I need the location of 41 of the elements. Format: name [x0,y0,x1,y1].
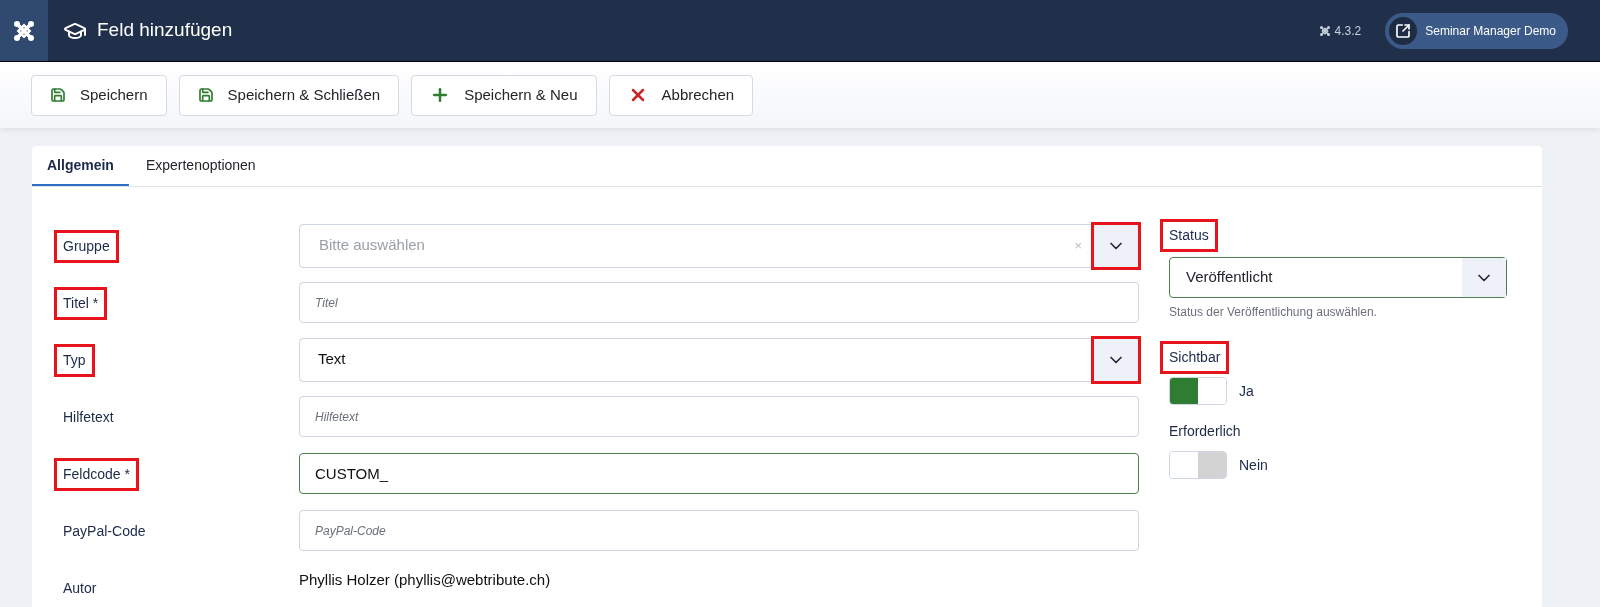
dropdown-field[interactable]: Text [299,337,1139,382]
field-label: Erforderlich [1168,422,1242,441]
logo-icon [12,18,36,43]
dropdown-button[interactable] [1094,338,1138,381]
field-label: Gruppe [54,229,119,263]
field-label: Sichtbar [1160,341,1230,374]
toggle-state-text: Nein [1239,455,1268,475]
status-select[interactable]: Veröffentlicht [1169,257,1507,298]
select-value: Veröffentlicht [1185,267,1274,288]
input-field[interactable]: PayPal-Code [299,510,1139,551]
select-placeholder: Bitte auswählen [318,235,426,256]
input-field[interactable]: Hilfetext [299,396,1139,437]
input-field[interactable]: CUSTOM_ [299,453,1139,494]
field-label: Feldcode * [54,457,139,491]
external-link-icon [1395,22,1412,39]
toggle-switch[interactable] [1169,377,1227,405]
select-value: Text [317,349,347,370]
logo-icon [1318,24,1331,37]
input-field[interactable]: Titel [299,282,1139,323]
page-title: Feld hinzufügen [97,18,233,43]
field-label: Hilfetext [62,407,115,427]
field-label: Titel * [54,286,108,320]
tab[interactable]: Expertenoptionen [128,146,273,186]
toolbar-button[interactable]: Speichern & Neu [411,74,597,116]
version-text: 4.3.2 [1334,22,1362,40]
field-label: Status [1160,219,1218,252]
field-label: PayPal-Code [62,521,147,541]
toolbar-button[interactable]: Abbrechen [608,74,754,116]
save-icon [197,87,214,103]
site-button[interactable]: Seminar Manager Demo [1385,12,1568,49]
tab[interactable]: Allgemein [32,146,129,186]
field-label: Typ [54,343,95,377]
hint-text: Status der Veröffentlichung auswählen. [1169,304,1378,321]
save-icon [50,87,66,103]
toggle-state-text: Ja [1239,381,1254,401]
toggle-switch[interactable] [1169,451,1227,479]
author-text: Phyllis Holzer (phyllis@webtribute.ch) [299,570,551,591]
dropdown-button[interactable] [1094,224,1138,267]
toolbar-button[interactable]: Speichern [31,74,167,116]
field-label: Autor [62,578,98,598]
toolbar-button[interactable]: Speichern & Schließen [178,74,400,116]
